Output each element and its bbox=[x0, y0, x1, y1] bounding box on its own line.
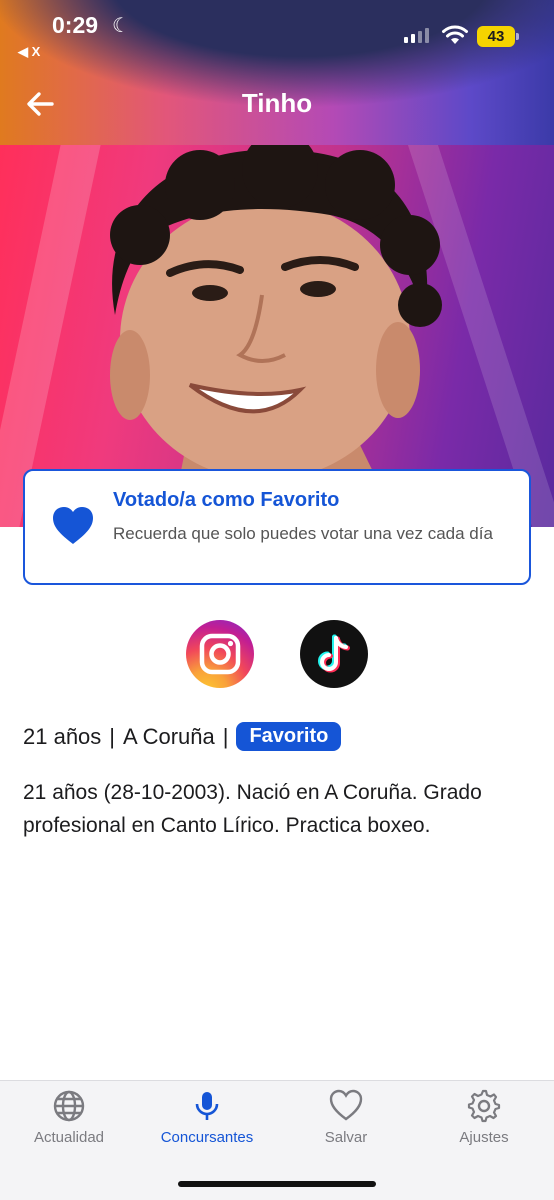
tab-label: Salvar bbox=[324, 1129, 368, 1146]
status-time: 0:29 bbox=[52, 12, 99, 38]
vote-status-card: Votado/a como Favorito Recuerda que solo… bbox=[23, 469, 531, 585]
wifi-icon bbox=[442, 25, 468, 44]
moon-icon: ☾ bbox=[112, 15, 130, 37]
battery-indicator: 43 bbox=[477, 26, 519, 47]
tab-label: Concursantes bbox=[160, 1129, 254, 1146]
separator: | bbox=[109, 723, 116, 749]
separator: | bbox=[222, 723, 229, 749]
tab-salvar[interactable]: Salvar bbox=[277, 1089, 415, 1146]
globe-icon bbox=[53, 1090, 85, 1122]
header-bar: 0:29 ☾ ◀ X 43 Tinho bbox=[0, 0, 554, 145]
heart-filled-icon bbox=[53, 507, 93, 544]
tab-label: Ajustes bbox=[459, 1129, 509, 1146]
tab-label: Actualidad bbox=[33, 1129, 105, 1146]
city-label: A Coruña bbox=[123, 723, 215, 749]
page-title: Tinho bbox=[241, 88, 313, 118]
tab-actualidad[interactable]: Actualidad bbox=[0, 1089, 138, 1146]
tiktok-icon[interactable] bbox=[300, 620, 368, 688]
contestant-meta: 21 años | A Coruña | Favorito bbox=[23, 722, 342, 751]
vote-status-subtitle: Recuerda que solo puedes votar una vez c… bbox=[113, 524, 493, 543]
cellular-signal-icon bbox=[404, 28, 429, 43]
tab-concursantes[interactable]: Concursantes bbox=[138, 1089, 276, 1146]
contestant-bio: 21 años (28-10-2003). Nació en A Coruña.… bbox=[23, 781, 482, 837]
gear-icon bbox=[467, 1089, 501, 1123]
vote-status-title: Votado/a como Favorito bbox=[113, 489, 340, 511]
heart-icon bbox=[329, 1089, 363, 1121]
status-badge: Favorito bbox=[236, 722, 342, 751]
home-indicator[interactable] bbox=[178, 1181, 376, 1187]
microphone-icon bbox=[195, 1092, 219, 1120]
back-to-app-link[interactable]: ◀ X bbox=[18, 44, 40, 60]
tab-ajustes[interactable]: Ajustes bbox=[415, 1089, 553, 1146]
age-label: 21 años bbox=[23, 723, 102, 749]
instagram-icon[interactable] bbox=[186, 620, 254, 688]
